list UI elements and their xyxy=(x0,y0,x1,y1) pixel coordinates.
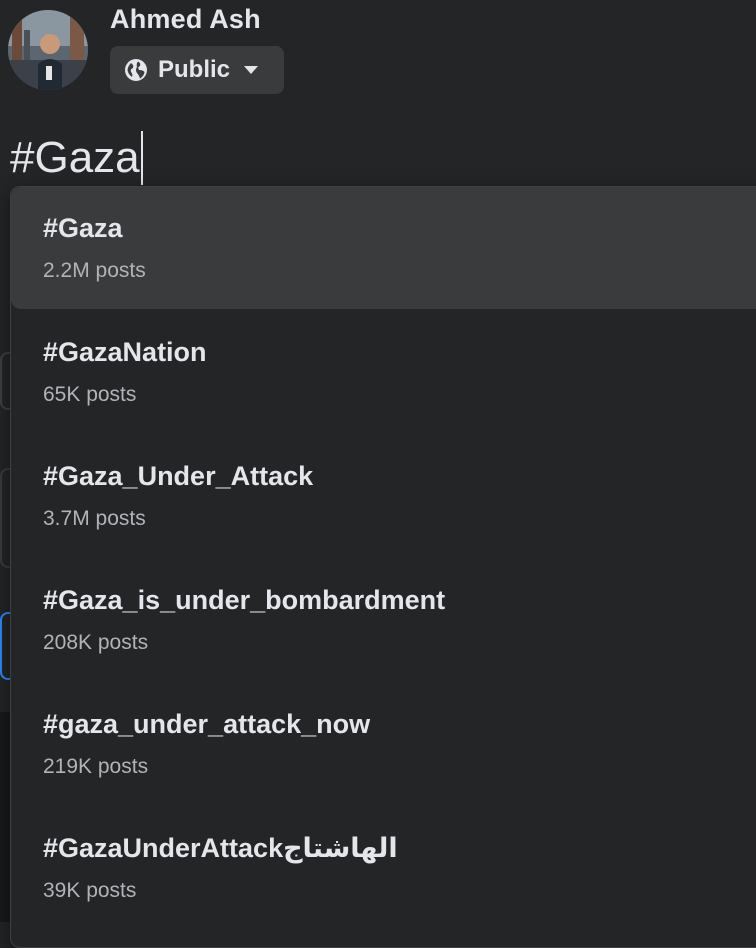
hashtag-label: #Gaza_is_under_bombardment xyxy=(43,585,446,615)
post-text-input[interactable]: #Gaza xyxy=(10,130,143,186)
privacy-label: Public xyxy=(158,56,231,83)
hashtag-suggestions-dropdown: #Gaza 2.2M posts #GazaNation 65K posts #… xyxy=(10,186,756,948)
hashtag-suggestion-item[interactable]: #GazaUnderAttackالهاشتاج 39K posts xyxy=(11,807,756,929)
hashtag-label: #gaza_under_attack_now xyxy=(43,709,371,739)
post-count: 65K posts xyxy=(43,383,137,406)
post-count: 208K posts xyxy=(43,631,149,654)
hashtag-suggestion-item[interactable]: #Gaza_is_under_bombardment 208K posts xyxy=(11,559,756,681)
profile-photo xyxy=(8,10,88,90)
globe-icon xyxy=(124,58,148,82)
post-text: #Gaza xyxy=(10,133,140,182)
text-cursor xyxy=(140,131,143,185)
hashtag-suggestion-item[interactable]: #gaza_under_attack_now 219K posts xyxy=(11,683,756,805)
post-count: 39K posts xyxy=(43,879,137,902)
hashtag-label: #Gaza_Under_Attack xyxy=(43,461,314,491)
hashtag-label: #Gaza xyxy=(43,213,123,243)
hashtag-suggestion-item[interactable]: #Gaza 2.2M posts xyxy=(11,187,756,309)
post-count: 219K posts xyxy=(43,755,149,778)
hashtag-suggestion-item[interactable]: #GazaNation 65K posts xyxy=(11,311,756,433)
privacy-selector-button[interactable]: Public xyxy=(110,46,284,94)
chevron-down-icon xyxy=(244,66,259,74)
post-count: 2.2M posts xyxy=(43,259,146,282)
post-composer: Ahmed Ash Public #Gaza #Gaza 2.2M posts … xyxy=(0,0,756,948)
hashtag-suggestion-item[interactable]: #Gaza_Under_Attack 3.7M posts xyxy=(11,435,756,557)
avatar[interactable] xyxy=(8,10,88,90)
hashtag-label: #GazaUnderAttackالهاشتاج xyxy=(43,833,398,863)
hashtag-label: #GazaNation xyxy=(43,337,207,367)
user-name[interactable]: Ahmed Ash xyxy=(110,4,261,35)
post-count: 3.7M posts xyxy=(43,507,146,530)
